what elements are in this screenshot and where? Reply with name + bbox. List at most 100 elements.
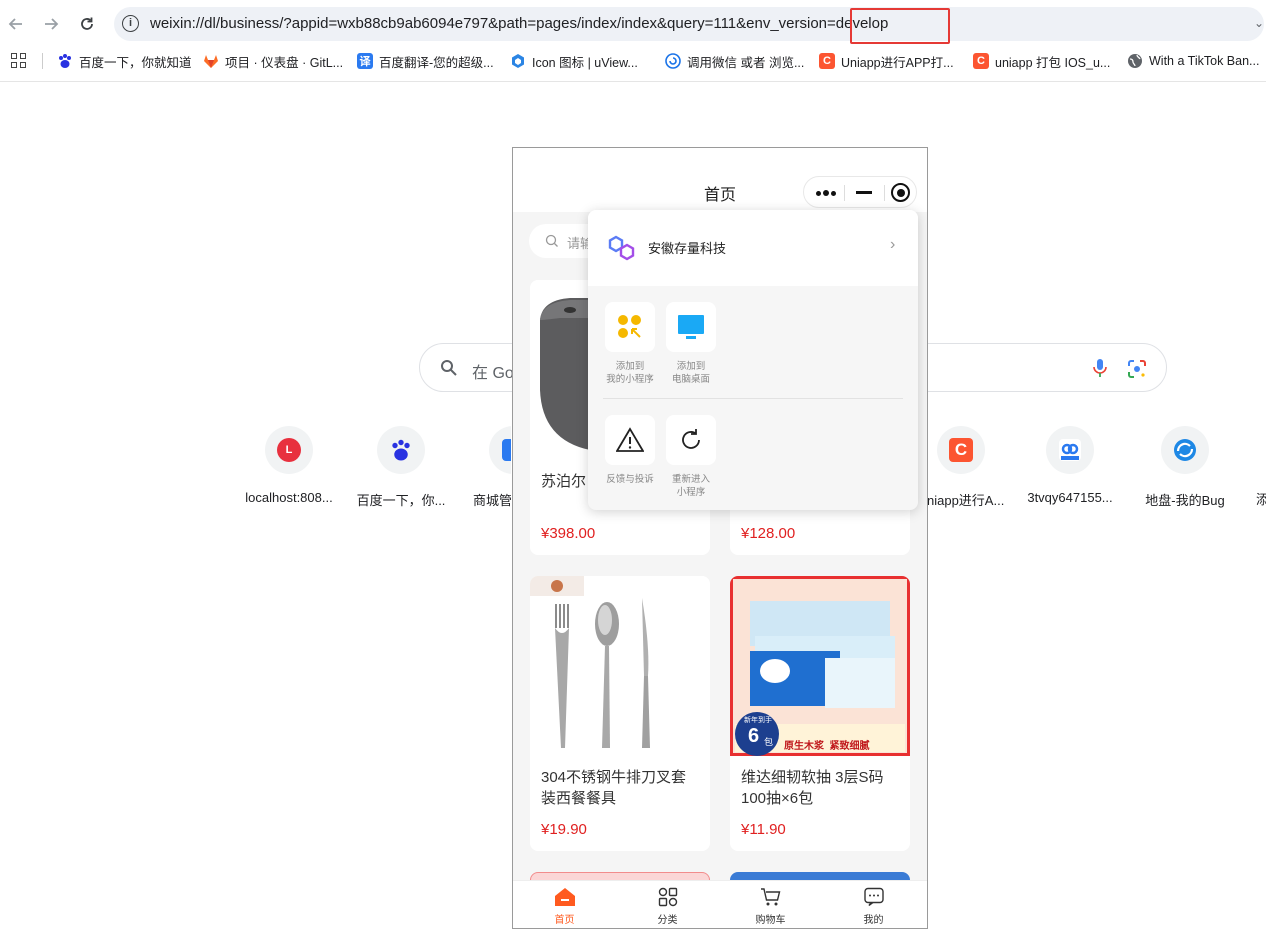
ntp-shortcut[interactable]: 地盘-我的Bug [1129,426,1241,509]
action-label: 重新进入 小程序 [656,473,726,499]
product-card[interactable]: 304不锈钢牛排刀叉套装西餐餐具 ¥19.90 [530,576,710,851]
chevron-down-icon[interactable]: ⌄ [1254,16,1264,30]
google-search-placeholder: 在 Go [472,365,514,382]
shortcut-icon: L [265,426,313,474]
capsule-divider [844,185,845,201]
home-icon [555,888,575,906]
action-label-line1: 添加到 [615,361,645,372]
tab-cart[interactable]: 购物车 [719,881,822,928]
address-url[interactable]: weixin://dl/business/?appid=wxb88cb9ab60… [150,15,888,32]
reload-button[interactable] [74,11,100,37]
shortcut-label: 商城管 [473,493,511,508]
more-icon[interactable] [816,190,840,196]
apps-grid-icon[interactable] [11,53,26,68]
popup-header[interactable]: 安徽存量科技 › [588,210,918,286]
capsule-popup-menu: 安徽存量科技 › 添加到 我的小程序 添加到电脑桌面 反馈与投诉 重新进入 小程序 [588,210,918,510]
address-bar[interactable]: i weixin://dl/business/?appid=wxb88cb9ab… [114,7,1264,41]
bookmarks-bar: 百度一下，你就知道 项目 · 仪表盘 · GitL... 译 百度翻译-您的超级… [0,50,1266,72]
ntp-shortcut[interactable]: 商城管 [457,426,511,509]
bookmarks-separator [42,53,43,69]
tab-category[interactable]: 分类 [616,881,719,928]
ntp-shortcut[interactable]: 3tvqy647155... [1014,426,1126,505]
bookmark-item[interactable]: C Uniapp进行APP打... [819,50,954,72]
company-name: 安徽存量科技 [648,241,727,256]
ntp-shortcut[interactable]: C niapp进行A... [928,426,1008,509]
action-label-line1: 添加到 [676,361,706,372]
bookmark-label: 项目 · 仪表盘 · GitL... [225,55,344,70]
microphone-icon[interactable] [1092,358,1108,380]
capsule-divider [884,185,885,201]
miniprogram-icon [489,426,511,474]
product-card[interactable]: 新年到手 6 包 原生木浆 紧致细腻 维达细韧软抽 3层S码 100抽×6包 ¥… [730,576,910,851]
company-logo-icon [608,235,635,261]
baidu-icon [377,426,425,474]
tab-home[interactable]: 首页 [513,881,616,928]
ntp-shortcut[interactable]: 添 [1252,489,1266,508]
bookmark-label: uniapp 打包 IOS_u... [995,55,1111,70]
arrow-left-icon [8,18,22,30]
uview-icon [512,54,524,68]
csdn-icon: C [973,53,989,69]
product-name: 304不锈钢牛排刀叉套装西餐餐具 [541,769,687,807]
forward-button[interactable] [38,11,64,37]
search-icon [545,234,558,247]
close-icon[interactable] [891,183,910,202]
ntp-shortcut[interactable]: 百度一下，你... [345,426,457,509]
back-button[interactable] [3,11,29,37]
action-label-line2: 小程序 [676,487,706,498]
bookmark-item[interactable]: 译 百度翻译-您的超级... [357,50,494,72]
tab-label: 我的 [863,915,884,926]
tissue-badge-num: 6 [748,725,760,747]
google-lens-icon[interactable] [1127,359,1147,379]
reenter-miniprogram-button[interactable]: 重新进入 小程序 [666,415,716,499]
minimize-icon[interactable] [856,191,872,194]
bookmark-label: Icon 图标 | uView... [532,55,638,70]
miniprogram-window: 首页 请输 苏泊尔 ¥398.00 ¥128.00 304不锈钢牛排刀叉套装西餐… [512,147,928,929]
action-label: 添加到 电脑桌面 [656,360,726,386]
add-to-my-miniprogram-button[interactable]: 添加到 我的小程序 [605,302,655,386]
feedback-button[interactable]: 反馈与投诉 [605,415,655,486]
swirl-icon [1161,426,1209,474]
bookmark-item[interactable]: 调用微信 或者 浏览... [665,50,804,72]
product-price: ¥128.00 [741,525,796,542]
bookmark-item[interactable]: Icon 图标 | uView... [510,50,638,72]
bookmark-label: 百度翻译-您的超级... [379,55,494,70]
bookmark-label: 百度一下，你就知道 [79,55,192,70]
capsule-menu [803,176,917,208]
csdn-icon: C [937,426,985,474]
ntp-shortcut[interactable]: L localhost:808... [233,426,345,505]
tab-bar: 首页 分类 购物车 我的 [513,880,927,928]
tab-profile[interactable]: 我的 [822,881,925,928]
search-icon [441,360,457,376]
tissue-badge-unit: 包 [764,737,774,747]
site-info-icon[interactable]: i [122,15,139,32]
action-label: 反馈与投诉 [595,473,665,486]
desktop-icon [666,302,716,352]
tab-label: 购物车 [755,915,786,926]
product-price: ¥398.00 [541,525,596,542]
action-label-line2: 电脑桌面 [671,374,710,385]
action-label-line1: 反馈与投诉 [606,474,654,485]
shortcut-label: 3tvqy647155... [1027,490,1113,505]
gitlab-icon [204,55,218,68]
bookmark-item[interactable]: 百度一下，你就知道 [57,50,192,72]
tab-label: 分类 [657,915,678,926]
annotation-highlight-box [850,8,950,44]
shortcut-label: localhost:808... [245,490,333,505]
bookmark-label: With a TikTok Ban... [1149,54,1260,68]
bookmark-label: 调用微信 或者 浏览... [687,55,805,70]
bookmark-item[interactable]: With a TikTok Ban... [1127,50,1259,72]
product-name: 维达细韧软抽 3层S码 100抽×6包 [741,769,884,807]
shortcut-label: 地盘-我的Bug [1145,493,1225,508]
bookmark-item[interactable]: 项目 · 仪表盘 · GitL... [203,50,343,72]
popup-divider [603,398,903,399]
tissue-slogan: 原生木浆 紧致细腻 [784,741,870,752]
bookmark-item[interactable]: C uniapp 打包 IOS_u... [973,50,1110,72]
product-image-cutlery [530,576,710,756]
wechat-icon [665,53,681,69]
globe-icon [1128,54,1142,68]
shortcut-letter: L [277,438,301,462]
cart-icon [761,888,781,906]
translate-icon: 译 [357,53,373,69]
add-to-desktop-button[interactable]: 添加到 电脑桌面 [666,302,716,386]
